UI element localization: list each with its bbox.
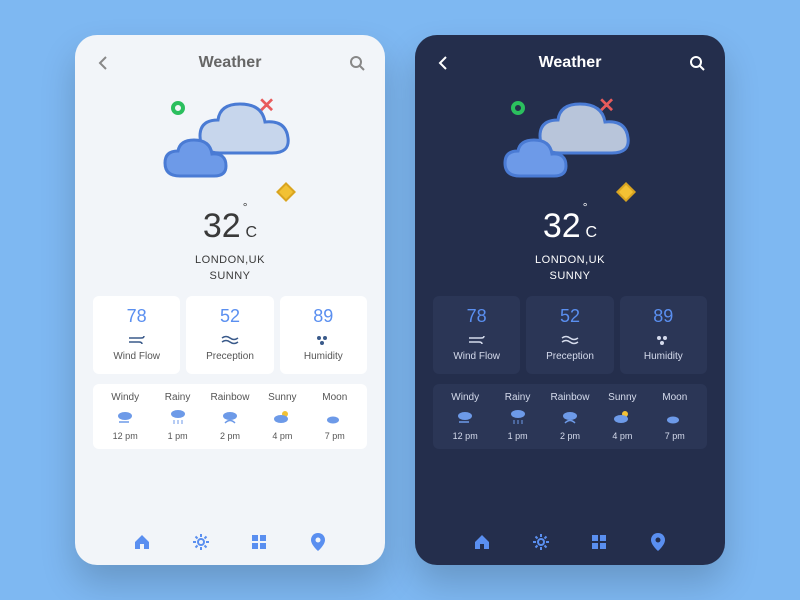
- stat-humidity: 89 Humidity: [620, 296, 707, 374]
- forecast-item[interactable]: Rainy 1 pm: [493, 392, 543, 441]
- location-label: LONDON,UK: [93, 254, 367, 266]
- stat-label: Wind Flow: [97, 351, 176, 362]
- rainbow-icon: [205, 407, 255, 427]
- forecast-item[interactable]: Rainy 1 pm: [153, 392, 203, 441]
- nav-settings[interactable]: [192, 533, 210, 551]
- nav-location[interactable]: [649, 533, 667, 551]
- condition-label: SUNNY: [433, 270, 707, 282]
- temperature-unit: C: [586, 224, 598, 241]
- stat-label: Preception: [530, 351, 609, 362]
- location-label: LONDON,UK: [433, 254, 707, 266]
- grid-icon: [591, 534, 607, 550]
- topbar: Weather: [433, 53, 707, 73]
- rainbow-icon: [545, 407, 595, 427]
- hero-illustration: ✕: [433, 83, 707, 203]
- search-button[interactable]: [347, 53, 367, 73]
- stat-value: 78: [97, 306, 176, 327]
- stat-value: 89: [624, 306, 703, 327]
- forecast-item[interactable]: Windy 12 pm: [100, 392, 150, 441]
- drops-icon: [284, 333, 363, 347]
- rainy-icon: [493, 407, 543, 427]
- wind-icon: [437, 333, 516, 347]
- stat-label: Humidity: [624, 351, 703, 362]
- home-icon: [133, 533, 151, 551]
- stat-value: 52: [190, 306, 269, 327]
- wind-icon: [97, 333, 176, 347]
- forecast-row: Windy 12 pm Rainy 1 pm Rainbow 2 pm Sunn…: [433, 384, 707, 449]
- back-button[interactable]: [93, 53, 113, 73]
- drops-icon: [624, 333, 703, 347]
- chevron-left-icon: [437, 55, 449, 71]
- home-icon: [473, 533, 491, 551]
- chevron-left-icon: [97, 55, 109, 71]
- windy-icon: [100, 407, 150, 427]
- moon-icon: [310, 407, 360, 427]
- search-button[interactable]: [687, 53, 707, 73]
- forecast-row: Windy 12 pm Rainy 1 pm Rainbow 2 pm Sunn…: [93, 384, 367, 449]
- phone-light: Weather ✕ 32°C LONDON,UK SUNNY 78 Wind F…: [75, 35, 385, 565]
- stat-windflow: 78 Wind Flow: [433, 296, 520, 374]
- pin-icon: [311, 533, 325, 551]
- nav-grid[interactable]: [590, 533, 608, 551]
- waves-icon: [190, 333, 269, 347]
- nav-grid[interactable]: [250, 533, 268, 551]
- sunny-icon: [257, 407, 307, 427]
- stat-label: Humidity: [284, 351, 363, 362]
- sunny-icon: [597, 407, 647, 427]
- stat-value: 78: [437, 306, 516, 327]
- forecast-item[interactable]: Moon 7 pm: [310, 392, 360, 441]
- stat-label: Wind Flow: [437, 351, 516, 362]
- stat-windflow: 78 Wind Flow: [93, 296, 180, 374]
- stat-label: Preception: [190, 351, 269, 362]
- stat-preception: 52 Preception: [526, 296, 613, 374]
- forecast-item[interactable]: Sunny 4 pm: [597, 392, 647, 441]
- page-title: Weather: [199, 54, 262, 72]
- phone-dark: Weather ✕ 32°C LONDON,UK SUNNY 78 Wind F…: [415, 35, 725, 565]
- stat-value: 52: [530, 306, 609, 327]
- moon-icon: [650, 407, 700, 427]
- temperature-unit: C: [246, 224, 258, 241]
- temperature-value: 32: [543, 207, 581, 245]
- forecast-item[interactable]: Windy 12 pm: [440, 392, 490, 441]
- waves-icon: [530, 333, 609, 347]
- nav-home[interactable]: [133, 533, 151, 551]
- gear-icon: [192, 533, 210, 551]
- page-title: Weather: [539, 54, 602, 72]
- forecast-item[interactable]: Rainbow 2 pm: [205, 392, 255, 441]
- cloud-small-icon: [500, 136, 570, 182]
- bottom-nav: [433, 525, 707, 555]
- forecast-item[interactable]: Rainbow 2 pm: [545, 392, 595, 441]
- forecast-item[interactable]: Sunny 4 pm: [257, 392, 307, 441]
- search-icon: [349, 55, 365, 71]
- grid-icon: [251, 534, 267, 550]
- rainy-icon: [153, 407, 203, 427]
- cloud-small-icon: [160, 136, 230, 182]
- nav-location[interactable]: [309, 533, 327, 551]
- temperature-value: 32: [203, 207, 241, 245]
- temperature: 32°C: [93, 207, 367, 246]
- topbar: Weather: [93, 53, 367, 73]
- windy-icon: [440, 407, 490, 427]
- back-button[interactable]: [433, 53, 453, 73]
- nav-home[interactable]: [473, 533, 491, 551]
- nav-settings[interactable]: [532, 533, 550, 551]
- bottom-nav: [93, 525, 367, 555]
- stats-row: 78 Wind Flow 52 Preception 89 Humidity: [93, 296, 367, 374]
- stat-value: 89: [284, 306, 363, 327]
- stat-humidity: 89 Humidity: [280, 296, 367, 374]
- search-icon: [689, 55, 705, 71]
- condition-label: SUNNY: [93, 270, 367, 282]
- forecast-item[interactable]: Moon 7 pm: [650, 392, 700, 441]
- hero-illustration: ✕: [93, 83, 367, 203]
- stats-row: 78 Wind Flow 52 Preception 89 Humidity: [433, 296, 707, 374]
- pin-icon: [651, 533, 665, 551]
- gear-icon: [532, 533, 550, 551]
- stat-preception: 52 Preception: [186, 296, 273, 374]
- temperature: 32°C: [433, 207, 707, 246]
